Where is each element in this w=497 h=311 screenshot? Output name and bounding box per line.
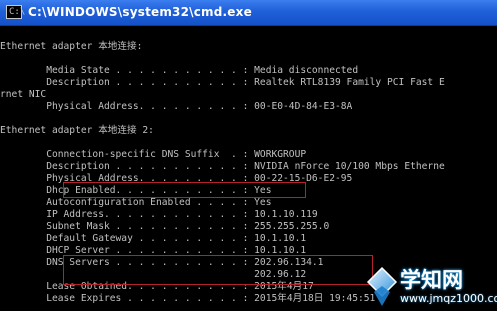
cmd-app-icon: C:\ <box>6 5 25 19</box>
dhcp-enabled-highlight <box>63 182 306 198</box>
console-line: Description . . . . . . . . . . . : Real… <box>0 77 445 88</box>
console-line: Description . . . . . . . . . . . : NVID… <box>0 161 445 172</box>
console-line: Ethernet adapter 本地连接: <box>0 41 143 52</box>
window-title: C:\WINDOWS\system32\cmd.exe <box>28 5 252 19</box>
console-line: Ethernet adapter 本地连接 2: <box>0 125 154 136</box>
title-bar[interactable]: C:\ C:\WINDOWS\system32\cmd.exe <box>0 0 497 26</box>
watermark-url: www.jmqz1000.com <box>400 292 497 305</box>
dns-servers-highlight <box>63 255 373 285</box>
console-line: rnet NIC <box>0 89 47 100</box>
console-line: Autoconfiguration Enabled . . . . : Yes <box>0 197 272 208</box>
console-line: Lease Expires . . . . . . . . . . : 2015… <box>0 293 376 304</box>
console-line: Subnet Mask . . . . . . . . . . . : 255.… <box>0 221 330 232</box>
console-line: IP Address. . . . . . . . . . . . : 10.1… <box>0 209 318 220</box>
watermark-name: 学知网 <box>400 268 463 292</box>
console-line: Connection-specific DNS Suffix . : WORKG… <box>0 149 307 160</box>
console-line: Physical Address. . . . . . . . . : 00-E… <box>0 101 353 112</box>
console-line: Default Gateway . . . . . . . . . : 10.1… <box>0 233 307 244</box>
console-line: Media State . . . . . . . . . . . : Medi… <box>0 65 359 76</box>
